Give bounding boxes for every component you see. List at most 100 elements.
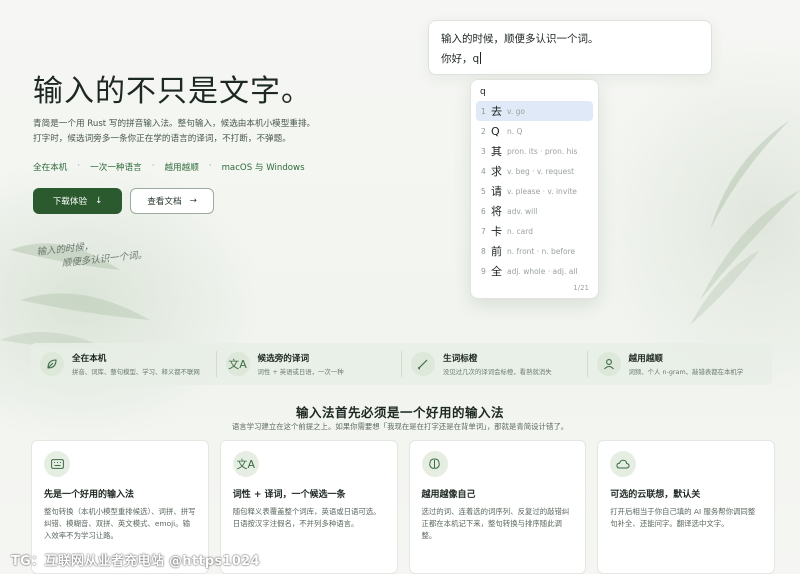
docs-button[interactable]: 查看文档 →: [130, 188, 214, 214]
demo-text-line: 输入的时候，顺便多认识一个词。: [441, 33, 599, 45]
strip-desc: 词性 + 英语或日语，一次一种: [257, 368, 344, 376]
candidate-gloss: adv. will: [507, 206, 538, 216]
strip-item-new-words: 生词标橙 没见过几次的译词会标橙，看熟就消失: [401, 343, 587, 385]
candidate-row[interactable]: 8 前 n. front · n. before: [476, 241, 593, 261]
candidate-word: 将: [491, 205, 502, 218]
strip-item-translation: 文A 候选旁的译词 词性 + 英语或日语，一次一种: [215, 343, 402, 385]
candidate-word: 请: [491, 185, 502, 198]
candidate-gloss: adj. whole · adj. all: [507, 266, 578, 276]
card-description: 打开后相当于你自己填的 AI 服务帮你调同整句补全、还能问字。翻译选中文字。: [610, 507, 756, 528]
candidate-row[interactable]: 6 将 adv. will: [476, 201, 593, 221]
candidate-word: Q: [491, 124, 500, 138]
strip-text: 全在本机 拼音、词库、整句模型、学习、释义都不联网: [72, 352, 212, 376]
hero-feature-list: 全在本机 · 一次一种语言 · 越用越顺 · macOS 与 Windows: [33, 161, 305, 173]
candidate-number: 2: [481, 126, 486, 136]
strip-item-local: 全在本机 拼音、词库、整句模型、学习、释义都不联网: [30, 343, 216, 385]
leaf-icon: [40, 352, 64, 376]
card-description: 随包释义表覆盖整个词库，英语或日语可选。日语按汉字注假名，不并列多种语言。: [232, 507, 381, 528]
candidate-word: 求: [491, 165, 502, 178]
candidate-row[interactable]: 3 其 pron. its · pron. his: [476, 141, 593, 161]
strip-desc: 词频、个人 n-gram、敲错表都在本机学: [628, 368, 744, 376]
candidate-row[interactable]: 7 卡 n. card: [476, 221, 593, 241]
feature-tag: 一次一种语言: [90, 163, 142, 173]
strip-title: 生词标橙: [443, 354, 478, 364]
strip-text: 候选旁的译词 词性 + 英语或日语，一次一种: [258, 352, 398, 376]
brain-icon: [421, 451, 448, 477]
candidate-word: 去: [491, 105, 502, 118]
candidate-number: 3: [481, 146, 486, 156]
strip-title: 候选旁的译词: [257, 354, 310, 364]
hero-description-line: 打字时，候选词旁多一条你正在学的语言的译词，不打断，不弹题。: [33, 134, 291, 144]
typing-demo-card: 输入的时候，顺便多认识一个词。 你好，q: [428, 20, 712, 75]
cloud-icon: [610, 451, 637, 477]
watermark-text: TG：互联网从业者充电站 @https1024: [11, 554, 260, 569]
strip-desc: 没见过几次的译词会标橙，看熟就消失: [443, 368, 552, 376]
card-title: 词性 + 译词，一个候选一条: [232, 490, 346, 500]
demo-input-text: 你好，q: [441, 53, 480, 65]
candidate-word: 卡: [491, 225, 502, 238]
feature-tag: 越用越顺: [164, 163, 199, 173]
card-description: 整句转换（本机小模型重排候选）、词拼、拼写纠错、模糊音、双拼、英文模式、emoj…: [44, 507, 196, 540]
candidate-gloss: pron. its · pron. his: [507, 146, 578, 156]
candidate-row[interactable]: 5 请 v. please · v. invite: [476, 181, 593, 201]
candidate-word: 全: [491, 265, 502, 278]
candidate-number: 5: [481, 186, 486, 196]
feature-card: 越用越像自己 选过的词、连着选的词序列、反复过的敲错纠正都在本机记下来，整句转换…: [408, 440, 587, 574]
card-title: 可选的云联想，默认关: [610, 490, 701, 500]
separator-dot: ·: [151, 161, 155, 171]
candidate-word: 前: [491, 245, 502, 258]
download-button[interactable]: 下载体验 ↓: [33, 188, 122, 214]
strip-desc: 拼音、词库、整句模型、学习、释义都不联网: [72, 368, 200, 376]
candidate-panel: q 1 去 v. go 2 Qn. Q 3 其 pron. its · pron. his 4 求…: [470, 79, 599, 299]
candidate-row[interactable]: 1 去 v. go: [476, 101, 593, 121]
feature-strip: 全在本机 拼音、词库、整句模型、学习、释义都不联网 文A 候选旁的译词 词性 +…: [30, 343, 772, 385]
candidate-page-indicator: 1/21: [573, 284, 589, 292]
strip-text: 越用越顺 词频、个人 n-gram、敲错表都在本机学: [629, 352, 769, 376]
candidate-gloss: v. beg · v. request: [507, 166, 575, 176]
brush-icon: [411, 352, 435, 376]
keyboard-icon: [44, 451, 70, 477]
strip-title: 全在本机: [72, 354, 107, 364]
candidate-row[interactable]: 4 求 v. beg · v. request: [476, 161, 593, 181]
candidate-row[interactable]: 9 全 adj. whole · adj. all: [476, 261, 593, 281]
feature-tag: macOS 与 Windows: [221, 163, 305, 173]
feature-tag: 全在本机: [33, 163, 68, 173]
bamboo-leaves-left-decoration: [0, 243, 150, 350]
arrow-right-icon: →: [189, 196, 197, 206]
candidate-row[interactable]: 2 Qn. Q: [476, 121, 593, 141]
translate-icon: 文A: [232, 451, 259, 477]
candidate-number: 1: [481, 106, 486, 116]
translate-icon: 文A: [225, 352, 250, 376]
candidate-gloss: n. Q: [507, 126, 523, 136]
feature-card: 可选的云联想，默认关 打开后相当于你自己填的 AI 服务帮你调同整句补全、还能问…: [597, 440, 775, 574]
docs-button-label: 查看文档: [147, 197, 182, 207]
candidate-word: 其: [491, 145, 502, 158]
section-subtitle: 语言学习建立在这个前提之上。如果你需要想「我现在是在打字还是在背单词」，那就是青…: [231, 422, 569, 431]
strip-text: 生词标橙 没见过几次的译词会标橙，看熟就消失: [443, 352, 583, 376]
candidate-number: 6: [481, 206, 486, 216]
separator-dot: ·: [77, 161, 81, 171]
demo-input-line: 你好，q: [441, 49, 699, 69]
download-button-label: 下载体验: [52, 197, 88, 207]
hero-title: 输入的不只是文字。: [33, 74, 312, 109]
candidate-gloss: n. front · n. before: [507, 246, 576, 256]
separator-dot: ·: [208, 161, 212, 171]
candidate-number: 7: [481, 226, 486, 236]
candidate-gloss: n. card: [507, 226, 533, 236]
card-title: 先是一个好用的输入法: [44, 490, 135, 500]
arrow-down-icon: ↓: [95, 196, 103, 206]
candidate-list: 1 去 v. go 2 Qn. Q 3 其 pron. its · pron. his 4 求 v.…: [476, 101, 593, 281]
candidate-number: 9: [481, 266, 486, 276]
user-icon: [596, 352, 621, 376]
strip-title: 越用越顺: [628, 354, 663, 364]
section-title: 输入法首先必须是一个好用的输入法: [295, 405, 504, 420]
hero-description-line: 青简是一个用 Rust 写的拼音输入法。整句输入，候选由本机小模型重排。: [33, 119, 316, 129]
bamboo-leaves-right-decoration: [690, 120, 800, 325]
card-title: 越用越像自己: [421, 490, 476, 500]
candidate-gloss: v. go: [507, 106, 525, 116]
hero-description: 青简是一个用 Rust 写的拼音输入法。整句输入，候选由本机小模型重排。 打字时…: [33, 117, 343, 147]
text-cursor: [480, 52, 482, 64]
strip-item-personal: 越用越顺 词频、个人 n-gram、敲错表都在本机学: [586, 343, 773, 385]
candidate-number: 8: [481, 246, 486, 256]
candidate-number: 4: [481, 166, 486, 176]
